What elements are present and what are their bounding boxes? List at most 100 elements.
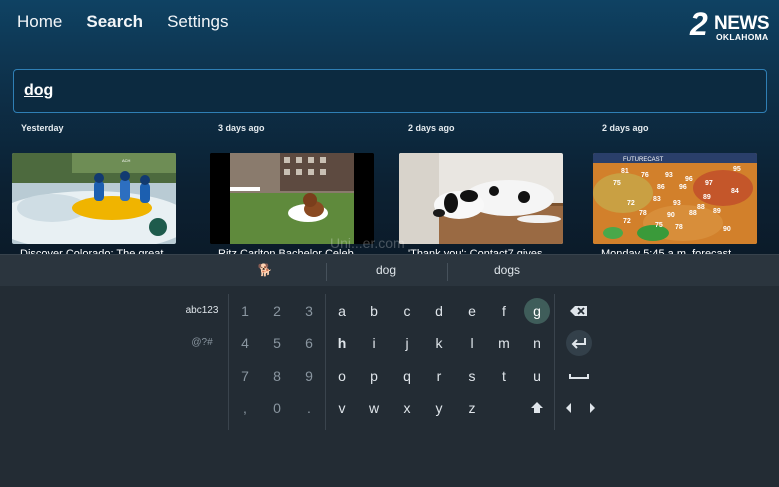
logo-number: 2 bbox=[690, 6, 708, 42]
key-r[interactable]: r bbox=[426, 363, 452, 389]
keyboard-divider bbox=[325, 294, 326, 430]
key-comma[interactable]: , bbox=[232, 395, 258, 421]
brand-logo: 2 NEWS OKLAHOMA bbox=[690, 6, 770, 44]
suggestion-divider bbox=[326, 263, 327, 281]
suggestion-dog[interactable]: dog bbox=[356, 263, 416, 277]
app-header-area: Home Search Settings 2 NEWS OKLAHOMA dog… bbox=[0, 0, 779, 262]
key-h[interactable]: h bbox=[329, 330, 355, 356]
svg-text:FUTURECAST: FUTURECAST bbox=[623, 157, 664, 163]
result-thumbnail-saint-bernard[interactable] bbox=[210, 153, 374, 244]
svg-text:89: 89 bbox=[703, 194, 711, 201]
search-field[interactable]: dog bbox=[13, 69, 767, 113]
key-u[interactable]: u bbox=[524, 363, 550, 389]
key-m[interactable]: m bbox=[491, 330, 517, 356]
svg-text:ACH: ACH bbox=[122, 158, 131, 163]
search-input[interactable]: dog bbox=[24, 82, 53, 100]
svg-text:81: 81 bbox=[621, 168, 629, 175]
key-x[interactable]: x bbox=[394, 395, 420, 421]
svg-text:95: 95 bbox=[733, 166, 741, 173]
result-thumbnail-rafting[interactable]: ACH bbox=[12, 153, 176, 244]
key-a[interactable]: a bbox=[329, 298, 355, 324]
key-w[interactable]: w bbox=[361, 395, 387, 421]
key-k[interactable]: k bbox=[426, 330, 452, 356]
svg-text:93: 93 bbox=[673, 200, 681, 207]
key-1[interactable]: 1 bbox=[232, 298, 258, 324]
svg-text:97: 97 bbox=[705, 180, 713, 187]
key-p[interactable]: p bbox=[361, 363, 387, 389]
key-e[interactable]: e bbox=[459, 298, 485, 324]
key-o[interactable]: o bbox=[329, 363, 355, 389]
suggestion-emoji[interactable]: 🐕 bbox=[250, 263, 280, 277]
key-y[interactable]: y bbox=[426, 395, 452, 421]
key-c[interactable]: c bbox=[394, 298, 420, 324]
svg-text:96: 96 bbox=[679, 184, 687, 191]
key-4[interactable]: 4 bbox=[232, 330, 258, 356]
enter-key[interactable] bbox=[566, 330, 592, 356]
key-v[interactable]: v bbox=[329, 395, 355, 421]
nav-home[interactable]: Home bbox=[17, 12, 62, 32]
svg-text:75: 75 bbox=[613, 180, 621, 187]
keyboard-divider bbox=[554, 294, 555, 430]
key-t[interactable]: t bbox=[491, 363, 517, 389]
key-g[interactable]: g bbox=[524, 298, 550, 324]
key-b[interactable]: b bbox=[361, 298, 387, 324]
keyboard-divider bbox=[228, 294, 229, 430]
key-5[interactable]: 5 bbox=[264, 330, 290, 356]
keyboard-suggestion-bar: 🐕 dog dogs bbox=[0, 254, 779, 286]
svg-text:90: 90 bbox=[723, 226, 731, 233]
key-z[interactable]: z bbox=[459, 395, 485, 421]
key-f[interactable]: f bbox=[491, 298, 517, 324]
svg-text:88: 88 bbox=[689, 210, 697, 217]
key-0[interactable]: 0 bbox=[264, 395, 290, 421]
key-s[interactable]: s bbox=[459, 363, 485, 389]
result-time: 2 days ago bbox=[602, 123, 649, 133]
key-j[interactable]: j bbox=[394, 330, 420, 356]
result-title[interactable]: 'Thank you': Contact7 gives bbox=[408, 245, 560, 254]
nav-settings[interactable]: Settings bbox=[167, 12, 228, 32]
suggestion-dogs[interactable]: dogs bbox=[477, 263, 537, 277]
shift-key[interactable] bbox=[524, 395, 550, 421]
cursor-right-key[interactable] bbox=[579, 395, 605, 421]
space-bar-icon bbox=[569, 374, 589, 379]
backspace-key[interactable] bbox=[566, 298, 592, 324]
watermark: Uni...er.com bbox=[330, 235, 405, 251]
svg-text:75: 75 bbox=[655, 222, 663, 229]
svg-text:72: 72 bbox=[627, 200, 635, 207]
key-l[interactable]: l bbox=[459, 330, 485, 356]
key-q[interactable]: q bbox=[394, 363, 420, 389]
nav-search[interactable]: Search bbox=[86, 12, 143, 32]
svg-text:78: 78 bbox=[675, 224, 683, 231]
svg-text:83: 83 bbox=[653, 196, 661, 203]
key-9[interactable]: 9 bbox=[296, 363, 322, 389]
svg-text:84: 84 bbox=[731, 188, 739, 195]
result-thumbnail-great-dane[interactable] bbox=[399, 153, 563, 244]
svg-text:90: 90 bbox=[667, 212, 675, 219]
key-period[interactable]: . bbox=[296, 395, 322, 421]
result-time: 2 days ago bbox=[408, 123, 455, 133]
mode-abc123-key[interactable]: abc123 bbox=[177, 298, 227, 324]
svg-text:93: 93 bbox=[665, 172, 673, 179]
chevron-right-icon bbox=[590, 403, 595, 413]
key-6[interactable]: 6 bbox=[296, 330, 322, 356]
result-time: Yesterday bbox=[21, 123, 64, 133]
key-d[interactable]: d bbox=[426, 298, 452, 324]
mode-symbols-key[interactable]: @?# bbox=[177, 330, 227, 356]
svg-text:86: 86 bbox=[657, 184, 665, 191]
suggestion-divider bbox=[447, 263, 448, 281]
space-key[interactable] bbox=[566, 363, 592, 389]
svg-text:88: 88 bbox=[697, 204, 705, 211]
key-7[interactable]: 7 bbox=[232, 363, 258, 389]
svg-text:89: 89 bbox=[713, 208, 721, 215]
backspace-icon bbox=[570, 306, 587, 316]
result-title[interactable]: Monday 5:45 a.m. forecast bbox=[601, 245, 753, 254]
key-8[interactable]: 8 bbox=[264, 363, 290, 389]
key-3[interactable]: 3 bbox=[296, 298, 322, 324]
result-thumbnail-weather-map[interactable]: FUTURECAST 81 76 93 96 75 86 96 97 72 83 93 88 78… bbox=[593, 153, 757, 244]
svg-text:72: 72 bbox=[623, 218, 631, 225]
key-n[interactable]: n bbox=[524, 330, 550, 356]
on-screen-keyboard: abc123 @?# 1 2 3 4 5 6 7 8 9 , 0 . a b c… bbox=[0, 286, 779, 487]
enter-arrow-icon bbox=[571, 338, 586, 349]
key-2[interactable]: 2 bbox=[264, 298, 290, 324]
result-title[interactable]: Discover Colorado: The great bbox=[20, 245, 172, 254]
key-i[interactable]: i bbox=[361, 330, 387, 356]
